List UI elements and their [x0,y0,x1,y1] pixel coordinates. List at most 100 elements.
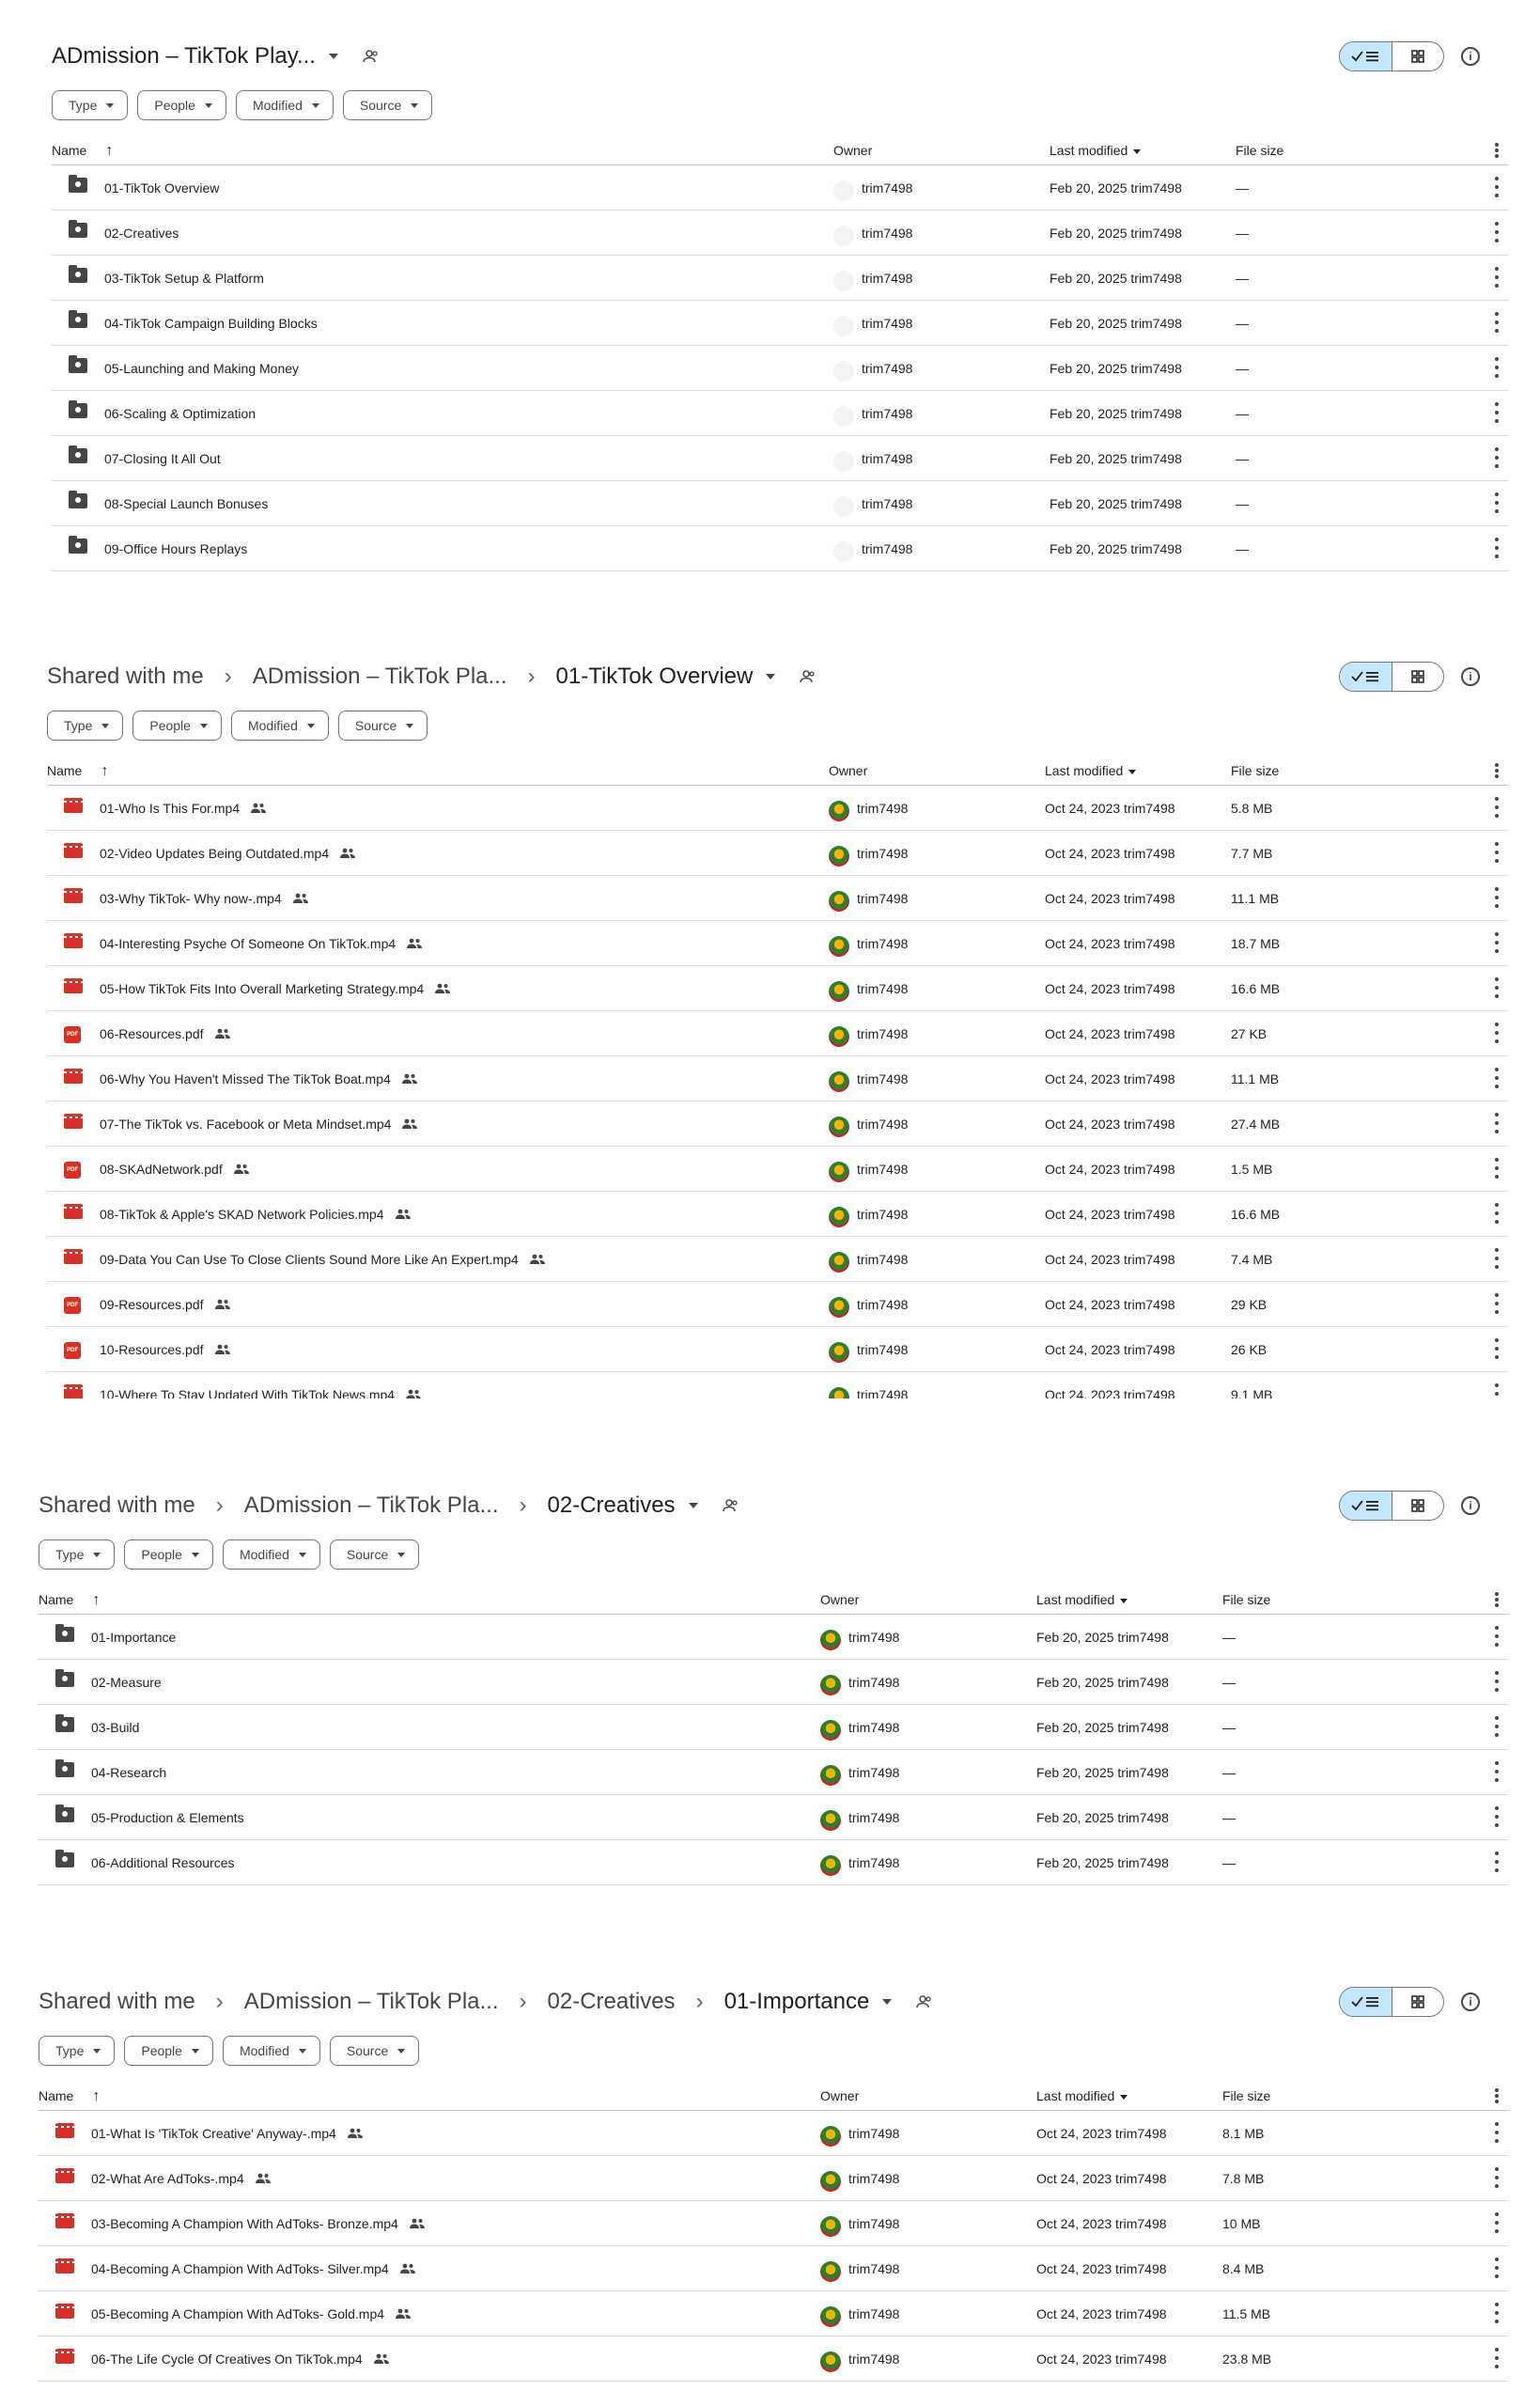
more-options-icon[interactable] [1495,1592,1499,1607]
more-options-icon[interactable] [1495,1851,1499,1872]
table-row[interactable]: PDF 06-Resources.pdf trim7498 Oct 24, 2023 … [47,1011,1508,1056]
filter-chip-source[interactable]: Source [329,2036,420,2066]
breadcrumb-item[interactable]: Shared with me [39,1989,195,2015]
filter-chip-source[interactable]: Source [329,1539,420,1570]
table-row[interactable]: 09-Data You Can Use To Close Clients Sou… [47,1237,1508,1282]
folder-menu-caret-icon[interactable] [882,1999,893,2005]
more-options-icon[interactable] [1495,357,1499,378]
table-row[interactable]: 05-How TikTok Fits Into Overall Marketin… [47,966,1508,1011]
table-row[interactable]: 02-Creatives trim7498 Feb 20, 2025 trim749… [52,211,1508,256]
breadcrumb-current-folder[interactable]: 02-Creatives [548,1492,676,1519]
filter-chip-source[interactable]: Source [337,711,428,741]
filter-chip-modified[interactable]: Modified [235,90,334,120]
sort-ascending-arrow-icon[interactable]: ↑ [92,2088,100,2104]
filter-chip-type[interactable]: Type [47,711,124,741]
table-row[interactable]: 06-Why You Haven't Missed The TikTok Boa… [47,1056,1508,1101]
more-options-icon[interactable] [1495,2348,1499,2368]
table-row[interactable]: 01-Importance trim7498 Feb 20, 2025 trim74… [39,1615,1508,1660]
table-row[interactable]: 06-The Life Cycle Of Creatives On TikTok… [39,2336,1508,2382]
more-options-icon[interactable] [1495,267,1499,288]
table-row[interactable]: 08-TikTok & Apple's SKAD Network Policie… [47,1192,1508,1237]
list-view-button[interactable] [1340,42,1392,70]
filter-chip-people[interactable]: People [124,2036,213,2066]
more-options-icon[interactable] [1495,1671,1499,1692]
breadcrumb-item[interactable]: ADmission – TikTok Pla... [253,664,507,690]
info-icon[interactable]: i [1461,667,1480,686]
folder-menu-caret-icon[interactable] [688,1503,698,1508]
filter-chip-people[interactable]: People [124,1539,213,1570]
table-row[interactable]: 08-Special Launch Bonuses trim7498 Feb 20,… [52,481,1508,526]
column-header-name[interactable]: Name ↑ [47,763,108,780]
more-options-icon[interactable] [1495,2258,1499,2278]
table-row[interactable]: 04-Interesting Psyche Of Someone On TikT… [47,921,1508,966]
more-options-icon[interactable] [1495,1716,1499,1737]
more-options-icon[interactable] [1495,932,1499,953]
filter-chip-people[interactable]: People [137,90,226,120]
breadcrumb-item[interactable]: ADmission – TikTok Pla... [244,1492,499,1519]
more-options-icon[interactable] [1495,447,1499,468]
table-row[interactable]: 06-Scaling & Optimization trim7498 Feb 20,… [52,391,1508,436]
column-header-last-modified[interactable]: Last modified [1050,143,1142,158]
table-row[interactable]: 07-Closing It All Out trim7498 Feb 20, 202… [52,436,1508,481]
more-options-icon[interactable] [1495,842,1499,863]
filter-chip-type[interactable]: Type [52,90,129,120]
more-options-icon[interactable] [1495,1761,1499,1782]
more-options-icon[interactable] [1495,763,1499,778]
more-options-icon[interactable] [1495,538,1499,558]
table-row[interactable]: PDF 09-Resources.pdf trim7498 Oct 24, 2023 … [47,1282,1508,1327]
info-icon[interactable]: i [1461,1496,1480,1515]
grid-view-button[interactable] [1392,1492,1444,1520]
breadcrumb-item[interactable]: ADmission – TikTok Pla... [244,1989,499,2015]
more-options-icon[interactable] [1495,177,1499,197]
more-options-icon[interactable] [1495,1068,1499,1088]
table-row[interactable]: 05-Production & Elements trim7498 Feb 20, … [39,1795,1508,1840]
table-row[interactable]: 02-Video Updates Being Outdated.mp4 trim7… [47,831,1508,876]
folder-menu-caret-icon[interactable] [328,54,338,59]
more-options-icon[interactable] [1495,143,1499,158]
table-row[interactable]: 02-What Are AdToks-.mp4 trim7498 Oct 24, 2… [39,2156,1508,2201]
table-row[interactable]: PDF 10-Resources.pdf trim7498 Oct 24, 2023 … [47,1327,1508,1372]
table-row[interactable]: 02-Measure trim7498 Feb 20, 2025 trim7498 — [39,1660,1508,1705]
table-row[interactable]: 03-Build trim7498 Feb 20, 2025 trim7498 — [39,1705,1508,1750]
more-options-icon[interactable] [1495,1806,1499,1827]
column-header-name[interactable]: Name ↑ [39,2088,100,2105]
folder-menu-caret-icon[interactable] [766,674,776,680]
more-options-icon[interactable] [1495,1626,1499,1647]
table-row[interactable]: 05-Becoming A Champion With AdToks- Gold… [39,2291,1508,2336]
more-options-icon[interactable] [1495,1293,1499,1314]
table-row[interactable]: 01-What Is 'TikTok Creative' Anyway-.mp4… [39,2111,1508,2156]
grid-view-button[interactable] [1392,663,1444,691]
info-icon[interactable]: i [1461,47,1480,66]
more-options-icon[interactable] [1495,2303,1499,2323]
more-options-icon[interactable] [1495,977,1499,998]
table-row[interactable]: 09-Office Hours Replays trim7498 Feb 20, 2… [52,526,1508,571]
table-row[interactable]: PDF 08-SKAdNetwork.pdf trim7498 Oct 24, 202… [47,1147,1508,1192]
filter-chip-source[interactable]: Source [342,90,433,120]
more-options-icon[interactable] [1495,2167,1499,2188]
more-options-icon[interactable] [1495,1203,1499,1224]
filter-chip-type[interactable]: Type [39,2036,116,2066]
grid-view-button[interactable] [1392,1988,1444,2016]
column-header-last-modified[interactable]: Last modified [1036,1592,1128,1607]
sort-ascending-arrow-icon[interactable]: ↑ [101,763,108,779]
more-options-icon[interactable] [1495,1023,1499,1043]
breadcrumb-current-folder[interactable]: 01-TikTok Overview [556,664,754,690]
filter-chip-modified[interactable]: Modified [222,2036,320,2066]
column-header-last-modified[interactable]: Last modified [1036,2088,1128,2103]
more-options-icon[interactable] [1495,402,1499,423]
breadcrumb-current-folder[interactable]: 01-Importance [724,1989,870,2015]
breadcrumb-current-folder[interactable]: ADmission – TikTok Play... [52,43,316,70]
table-row[interactable]: 04-Research trim7498 Feb 20, 2025 trim7498… [39,1750,1508,1795]
more-options-icon[interactable] [1495,2088,1499,2103]
list-view-button[interactable] [1340,1988,1392,2016]
table-row[interactable]: 06-Additional Resources trim7498 Feb 20, 2… [39,1840,1508,1885]
breadcrumb-item[interactable]: Shared with me [39,1492,195,1519]
list-view-button[interactable] [1340,663,1392,691]
table-row[interactable]: 05-Launching and Making Money trim7498 Feb… [52,346,1508,391]
sort-ascending-arrow-icon[interactable]: ↑ [105,143,113,159]
list-view-button[interactable] [1340,1492,1392,1520]
table-row[interactable]: 01-Who Is This For.mp4 trim7498 Oct 24, 20… [47,786,1508,831]
breadcrumb-item[interactable]: 02-Creatives [548,1989,676,2015]
table-row[interactable]: 07-The TikTok vs. Facebook or Meta Minds… [47,1101,1508,1147]
filter-chip-modified[interactable]: Modified [222,1539,320,1570]
